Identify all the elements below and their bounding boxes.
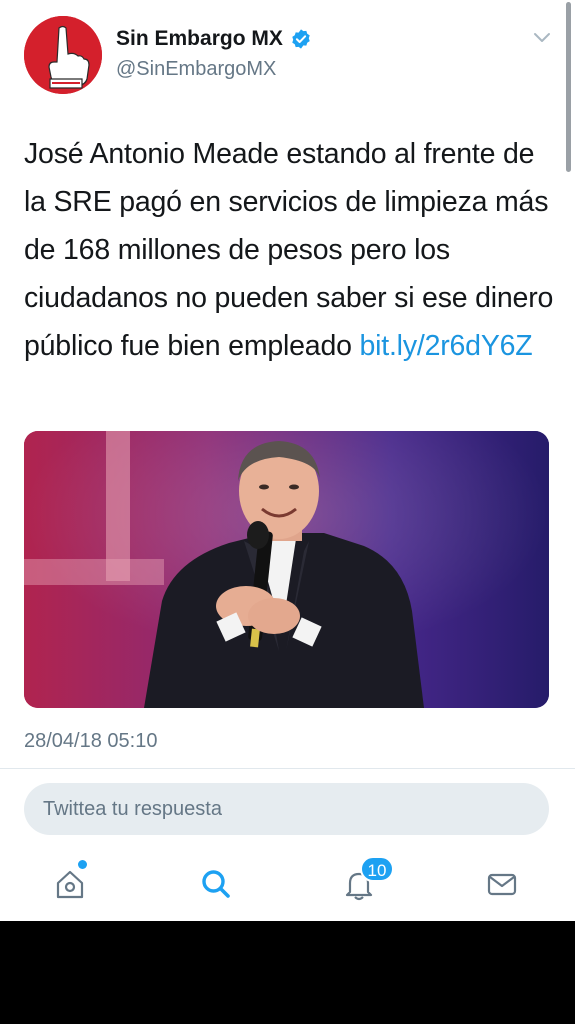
reply-placeholder: Twittea tu respuesta — [43, 797, 222, 820]
tab-messages[interactable] — [480, 862, 524, 906]
chevron-down-icon[interactable] — [533, 32, 551, 44]
scrollbar[interactable] — [566, 2, 571, 172]
tweet-text: José Antonio Meade estando al frente de … — [24, 130, 554, 370]
avatar[interactable] — [24, 16, 102, 94]
home-new-indicator — [78, 860, 87, 869]
tweet-body: José Antonio Meade estando al frente de … — [24, 138, 554, 362]
tab-home[interactable] — [48, 862, 92, 906]
author-name-row[interactable]: Sin Embargo MX — [116, 27, 312, 51]
author-display-name[interactable]: Sin Embargo MX — [116, 27, 283, 51]
raised-finger-logo — [24, 16, 102, 94]
divider — [0, 768, 575, 769]
tweet-media-image[interactable] — [24, 431, 549, 708]
tweet-link[interactable]: bit.ly/2r6dY6Z — [359, 330, 532, 362]
author-handle[interactable]: @SinEmbargoMX — [116, 58, 276, 81]
speaker-photo — [24, 431, 549, 708]
tabbar-divider — [0, 850, 575, 851]
verified-badge-icon — [292, 29, 310, 49]
tweet-detail-screen: Sin Embargo MX @SinEmbargoMX José Antoni… — [0, 0, 575, 921]
tab-search[interactable] — [194, 862, 238, 906]
reply-input[interactable]: Twittea tu respuesta — [24, 783, 549, 835]
home-icon — [56, 870, 84, 899]
messages-icon — [487, 873, 517, 896]
search-icon — [202, 870, 230, 898]
tweet-timestamp: 28/04/18 05:10 — [24, 730, 158, 752]
letterbox-bar — [0, 921, 575, 1024]
notifications-badge: 10 — [360, 856, 394, 882]
